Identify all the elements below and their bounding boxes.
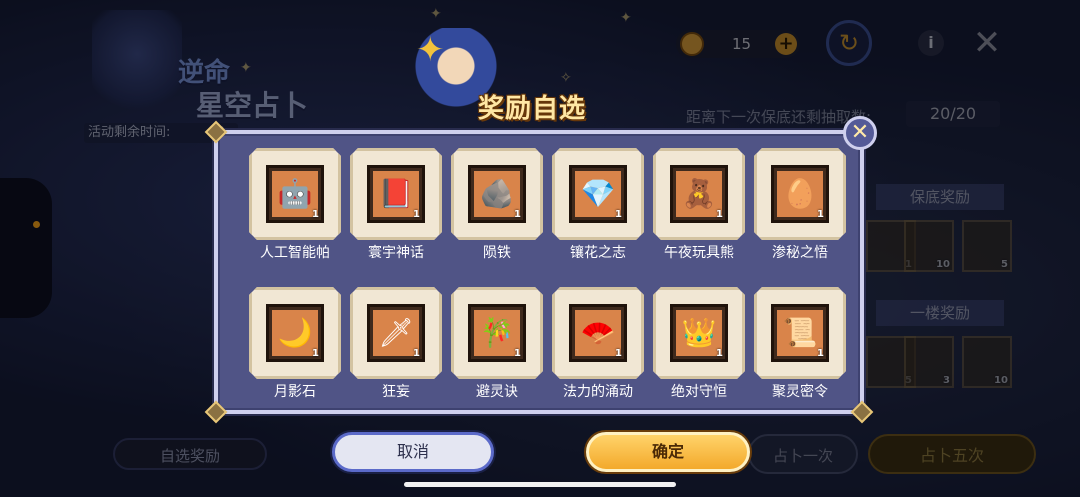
item-frame: 🥚 1: [754, 148, 846, 240]
item-frame: 🎋 1: [451, 287, 543, 379]
item-name: 渗秘之悟: [772, 245, 828, 261]
item-frame: 🤖 1: [249, 148, 341, 240]
item-qty: 1: [817, 348, 824, 359]
reward-item[interactable]: 🎋 1 避灵诀: [451, 287, 543, 401]
reward-item[interactable]: 📕 1 寰宇神话: [350, 148, 442, 262]
reward-item[interactable]: 🗡 1 狂妄: [350, 287, 442, 401]
reward-select-dialog: 🤖 1 人工智能帕 📕 1 寰宇神话 🪨 1 陨铁 💎 1 镶花之志 🧸 1 午…: [204, 120, 874, 424]
item-qty: 1: [615, 209, 622, 220]
item-frame: 🗡 1: [350, 287, 442, 379]
item-frame: 🌙 1: [249, 287, 341, 379]
item-qty: 1: [413, 209, 420, 220]
reward-item[interactable]: 🪭 1 法力的涌动: [552, 287, 644, 401]
reward-item[interactable]: 📜 1 聚灵密令: [754, 287, 846, 401]
home-indicator[interactable]: [404, 482, 676, 487]
item-name: 狂妄: [382, 384, 410, 400]
item-qty: 1: [615, 348, 622, 359]
item-name: 避灵诀: [476, 384, 518, 400]
item-frame: 📜 1: [754, 287, 846, 379]
star-icon: ✦: [416, 30, 445, 70]
reward-item[interactable]: 👑 1 绝对守恒: [653, 287, 745, 401]
item-qty: 1: [514, 348, 521, 359]
reward-item[interactable]: 🪨 1 陨铁: [451, 148, 543, 262]
item-frame: 👑 1: [653, 287, 745, 379]
item-frame: 📕 1: [350, 148, 442, 240]
item-qty: 1: [716, 209, 723, 220]
dialog-title: 奖励自选: [478, 94, 587, 124]
item-name: 绝对守恒: [671, 384, 727, 400]
item-frame: 🪭 1: [552, 287, 644, 379]
dialog-close-button[interactable]: ✕: [843, 116, 877, 150]
reward-item[interactable]: 🤖 1 人工智能帕: [249, 148, 341, 262]
item-name: 镶花之志: [570, 245, 626, 261]
reward-item[interactable]: 💎 1 镶花之志: [552, 148, 644, 262]
item-qty: 1: [413, 348, 420, 359]
item-qty: 1: [312, 348, 319, 359]
item-frame: 🧸 1: [653, 148, 745, 240]
item-qty: 1: [716, 348, 723, 359]
item-name: 人工智能帕: [260, 245, 330, 261]
item-name: 寰宇神话: [368, 245, 424, 261]
reward-item[interactable]: 🥚 1 渗秘之悟: [754, 148, 846, 262]
item-name: 月影石: [274, 384, 316, 400]
item-name: 法力的涌动: [563, 384, 633, 400]
cancel-button[interactable]: 取消: [332, 432, 494, 472]
item-qty: 1: [514, 209, 521, 220]
reward-item[interactable]: 🌙 1 月影石: [249, 287, 341, 401]
item-frame: 💎 1: [552, 148, 644, 240]
item-name: 午夜玩具熊: [664, 245, 734, 261]
item-name: 陨铁: [483, 245, 511, 261]
confirm-button[interactable]: 确定: [586, 432, 750, 472]
item-frame: 🪨 1: [451, 148, 543, 240]
reward-item[interactable]: 🧸 1 午夜玩具熊: [653, 148, 745, 262]
item-qty: 1: [312, 209, 319, 220]
item-qty: 1: [817, 209, 824, 220]
item-name: 聚灵密令: [772, 384, 828, 400]
